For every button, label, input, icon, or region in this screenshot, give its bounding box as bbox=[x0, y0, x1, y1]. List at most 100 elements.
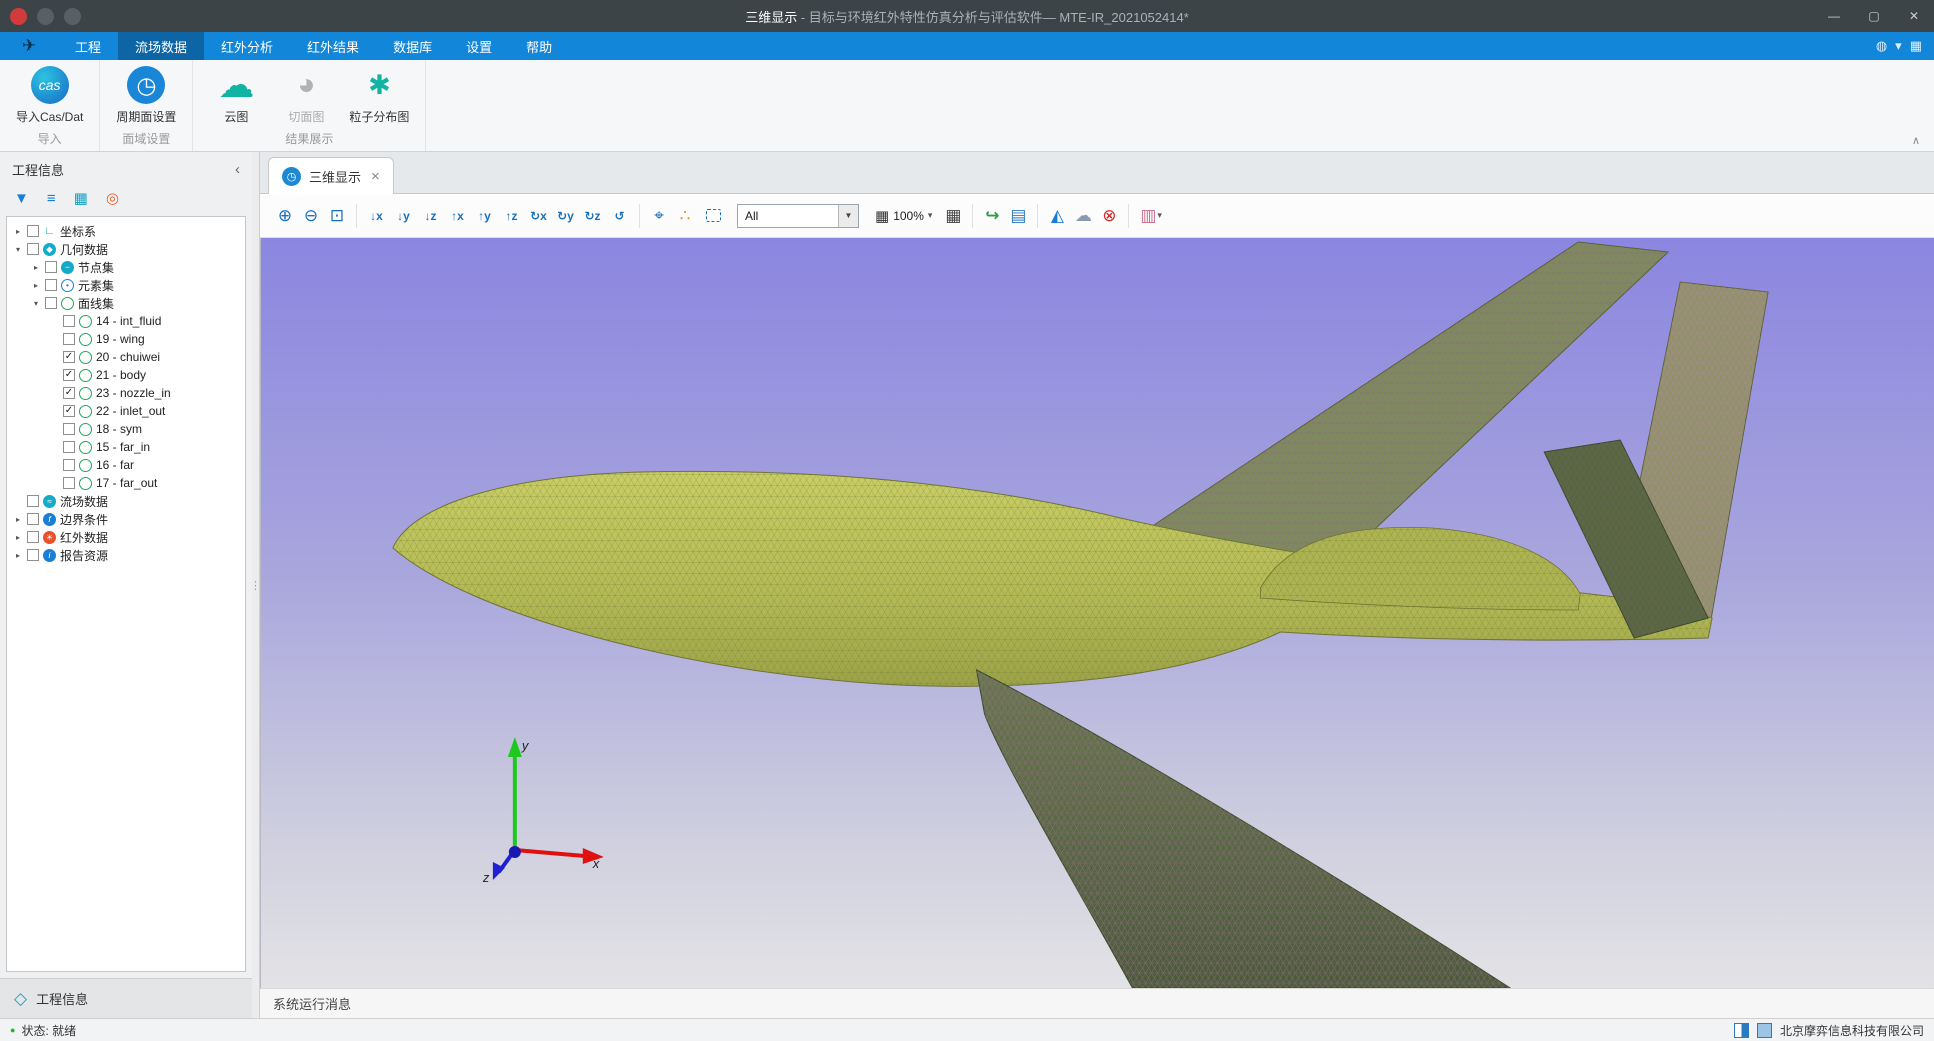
filter-icon[interactable]: ▼ bbox=[14, 190, 29, 207]
tree-item-element-set[interactable]: ▸ • 元素集 bbox=[7, 276, 245, 294]
checkbox[interactable] bbox=[63, 315, 75, 327]
periodic-face-settings-button[interactable]: ◷ 周期面设置 bbox=[116, 66, 176, 125]
panel-splitter[interactable]: ⋮ bbox=[252, 152, 260, 1018]
view-x-down-icon[interactable]: ↓x bbox=[363, 202, 390, 230]
tab-3d-display[interactable]: ◷ 三维显示 × bbox=[268, 157, 394, 194]
expand-arrow-icon[interactable]: ▾ bbox=[31, 299, 41, 308]
tree-item-body[interactable]: ✓ 21 - body bbox=[7, 366, 245, 384]
tree-item-sym[interactable]: 18 - sym bbox=[7, 420, 245, 438]
checkbox[interactable] bbox=[63, 333, 75, 345]
viewport-3d[interactable]: x y z bbox=[260, 238, 1934, 988]
menu-item-project[interactable]: 工程 bbox=[58, 32, 118, 60]
tree-item-wing[interactable]: 19 - wing bbox=[7, 330, 245, 348]
display-filter-combobox[interactable]: All ▼ bbox=[737, 204, 859, 228]
checkbox[interactable] bbox=[63, 423, 75, 435]
tree-item-boundary-conditions[interactable]: ▸ f 边界条件 bbox=[7, 510, 245, 528]
checkbox[interactable] bbox=[45, 279, 57, 291]
tree-item-report-resources[interactable]: ▸ i 报告资源 bbox=[7, 546, 245, 564]
tab-close-icon[interactable]: × bbox=[369, 168, 380, 185]
list-icon[interactable]: ≡ bbox=[47, 190, 56, 207]
expand-arrow-icon[interactable]: ▾ bbox=[13, 245, 23, 254]
molecule-icon[interactable]: ∴ bbox=[672, 202, 698, 230]
tree-item-ir-data[interactable]: ▸ ☀ 红外数据 bbox=[7, 528, 245, 546]
checkbox[interactable] bbox=[63, 477, 75, 489]
shade-icon[interactable]: ☁ bbox=[1070, 202, 1096, 230]
maximize-button[interactable]: ▢ bbox=[1854, 0, 1894, 32]
contour-map-button[interactable]: ☁ 云图 bbox=[209, 66, 263, 125]
checkbox[interactable] bbox=[45, 297, 57, 309]
chevron-down-icon[interactable]: ▾ bbox=[1157, 210, 1162, 221]
zoom-level-select[interactable]: ▦ 100% ▾ bbox=[867, 207, 940, 225]
import-cas-dat-button[interactable]: cas 导入Cas/Dat bbox=[16, 66, 83, 125]
panel-collapse-icon[interactable]: ‹ bbox=[235, 161, 240, 178]
checkbox[interactable] bbox=[27, 513, 39, 525]
viewport-3d-canvas[interactable]: x y z bbox=[261, 238, 1934, 988]
checkbox[interactable] bbox=[63, 441, 75, 453]
checkbox[interactable] bbox=[27, 225, 39, 237]
mirror-icon[interactable]: ◭ bbox=[1044, 202, 1070, 230]
menu-item-database[interactable]: 数据库 bbox=[376, 32, 449, 60]
tree-item-nozzle-in[interactable]: ✓ 23 - nozzle_in bbox=[7, 384, 245, 402]
view-y-up-icon[interactable]: ↑y bbox=[471, 202, 498, 230]
checkbox[interactable]: ✓ bbox=[63, 387, 75, 399]
view-z-up-icon[interactable]: ↑z bbox=[498, 202, 525, 230]
rotate-z-icon[interactable]: ↻z bbox=[579, 202, 606, 230]
tree-item-node-set[interactable]: ▸ − 节点集 bbox=[7, 258, 245, 276]
expand-arrow-icon[interactable]: ▸ bbox=[13, 227, 23, 236]
zoom-out-icon[interactable]: ⊖ bbox=[298, 202, 324, 230]
tree-item-far[interactable]: 16 - far bbox=[7, 456, 245, 474]
checkbox[interactable] bbox=[27, 243, 39, 255]
expand-arrow-icon[interactable]: ▸ bbox=[13, 551, 23, 560]
checkbox[interactable] bbox=[45, 261, 57, 273]
expand-arrow-icon[interactable]: ▸ bbox=[31, 281, 41, 290]
tray-icon[interactable] bbox=[1757, 1023, 1772, 1038]
account-icon[interactable]: ◍ bbox=[1876, 38, 1887, 54]
menu-item-ir-results[interactable]: 红外结果 bbox=[290, 32, 376, 60]
minimize-button[interactable]: — bbox=[1814, 0, 1854, 32]
zoom-in-icon[interactable]: ⊕ bbox=[272, 202, 298, 230]
menu-item-ir-analysis[interactable]: 红外分析 bbox=[204, 32, 290, 60]
view-y-down-icon[interactable]: ↓y bbox=[390, 202, 417, 230]
export-icon[interactable]: ↪ bbox=[979, 202, 1005, 230]
locate-icon[interactable]: ⌖ bbox=[646, 202, 672, 230]
rotate-free-icon[interactable]: ↺ bbox=[606, 202, 633, 230]
tree-item-far-out[interactable]: 17 - far_out bbox=[7, 474, 245, 492]
tree-item-int-fluid[interactable]: 14 - int_fluid bbox=[7, 312, 245, 330]
grid-toggle-icon[interactable]: ▦ bbox=[940, 202, 966, 230]
checkbox[interactable] bbox=[63, 459, 75, 471]
cancel-icon[interactable]: ⊗ bbox=[1096, 202, 1122, 230]
tree-item-geometry-data[interactable]: ▾ ◆ 几何数据 bbox=[7, 240, 245, 258]
project-info-bottom-bar[interactable]: ◇ 工程信息 bbox=[0, 978, 252, 1018]
checkbox[interactable]: ✓ bbox=[63, 405, 75, 417]
menu-item-settings[interactable]: 设置 bbox=[449, 32, 509, 60]
menu-item-help[interactable]: 帮助 bbox=[509, 32, 569, 60]
expand-arrow-icon[interactable]: ▸ bbox=[13, 533, 23, 542]
tree-item-chuiwei[interactable]: ✓ 20 - chuiwei bbox=[7, 348, 245, 366]
view-x-up-icon[interactable]: ↑x bbox=[444, 202, 471, 230]
view-z-down-icon[interactable]: ↓z bbox=[417, 202, 444, 230]
tree-item-inlet-out[interactable]: ✓ 22 - inlet_out bbox=[7, 402, 245, 420]
checkbox[interactable] bbox=[27, 549, 39, 561]
tree-item-coordinate-system[interactable]: ▸ ∟ 坐标系 bbox=[7, 222, 245, 240]
chevron-down-icon[interactable]: ▾ bbox=[1895, 38, 1902, 54]
checkbox[interactable] bbox=[27, 531, 39, 543]
grid-icon[interactable]: ▦ bbox=[74, 189, 88, 207]
combobox-arrow-icon[interactable]: ▼ bbox=[838, 205, 858, 227]
rotate-x-icon[interactable]: ↻x bbox=[525, 202, 552, 230]
close-button[interactable]: ✕ bbox=[1894, 0, 1934, 32]
zoom-window-icon[interactable]: ⊡ bbox=[324, 202, 350, 230]
box-select-icon[interactable] bbox=[706, 209, 721, 222]
tray-icon[interactable] bbox=[1734, 1023, 1749, 1038]
snapshot-icon[interactable]: ▤ bbox=[1005, 202, 1031, 230]
ribbon-collapse-button[interactable]: ∧ bbox=[1912, 134, 1920, 147]
menu-item-flow-data[interactable]: 流场数据 bbox=[118, 32, 204, 60]
target-icon[interactable]: ◎ bbox=[106, 189, 119, 207]
checkbox[interactable]: ✓ bbox=[63, 351, 75, 363]
slice-map-button[interactable]: ◕ 切面图 bbox=[279, 66, 333, 125]
tree-item-face-set[interactable]: ▾ 面线集 bbox=[7, 294, 245, 312]
checkbox[interactable]: ✓ bbox=[63, 369, 75, 381]
rotate-y-icon[interactable]: ↻y bbox=[552, 202, 579, 230]
tree-item-far-in[interactable]: 15 - far_in bbox=[7, 438, 245, 456]
expand-arrow-icon[interactable]: ▸ bbox=[31, 263, 41, 272]
particle-distribution-button[interactable]: ✱ 粒子分布图 bbox=[349, 66, 409, 125]
